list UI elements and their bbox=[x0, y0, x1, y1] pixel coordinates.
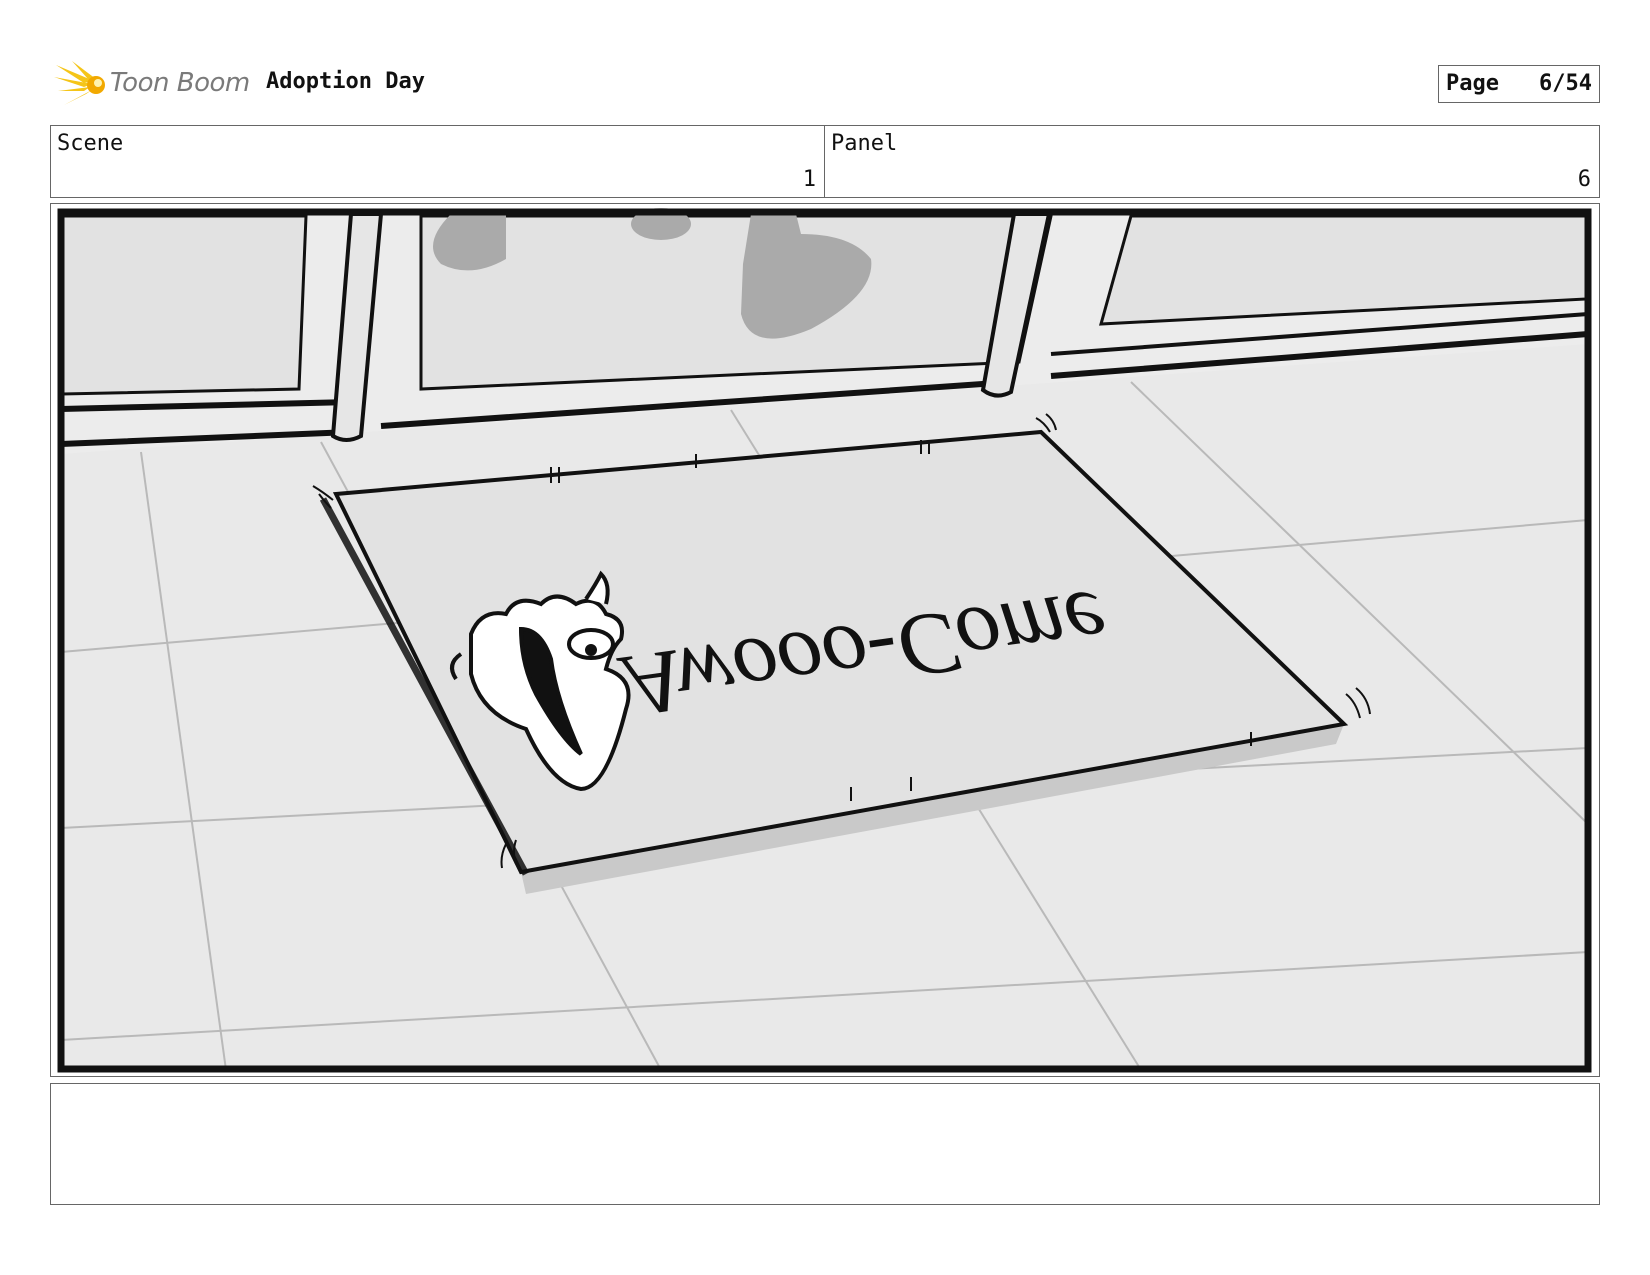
scene-cell: Scene 1 bbox=[51, 126, 825, 197]
page-label: Page bbox=[1446, 71, 1499, 96]
panel-notes bbox=[50, 1083, 1600, 1205]
page-indicator: Page 6/54 bbox=[1438, 65, 1600, 103]
panel-cell: Panel 6 bbox=[825, 126, 1599, 197]
document-title: Adoption Day bbox=[266, 69, 425, 94]
logo-text: Toon Boom bbox=[110, 68, 250, 98]
panel-label: Panel bbox=[831, 131, 898, 156]
page-header: Toon Boom Adoption Day Page 6/54 bbox=[50, 55, 1600, 115]
scene-number: 1 bbox=[802, 167, 816, 192]
page-number: 6/54 bbox=[1539, 71, 1592, 96]
toon-boom-logo: Toon Boom bbox=[54, 59, 254, 111]
storyboard-frame: Awooo-Come bbox=[50, 203, 1600, 1077]
toon-boom-logo-icon bbox=[54, 61, 105, 105]
scene-panel-info: Scene 1 Panel 6 bbox=[50, 125, 1600, 198]
storyboard-drawing: Awooo-Come bbox=[57, 208, 1592, 1073]
scene-label: Scene bbox=[57, 131, 124, 156]
panel-number: 6 bbox=[1577, 167, 1591, 192]
